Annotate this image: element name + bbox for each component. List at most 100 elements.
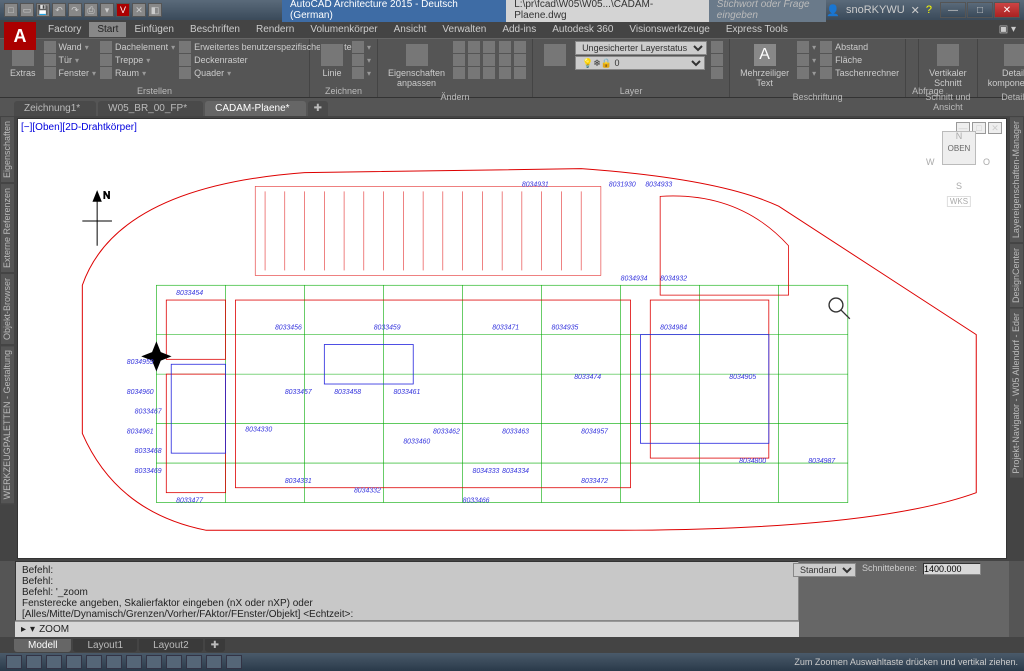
- layeroff-icon[interactable]: [711, 54, 723, 66]
- detail-button[interactable]: Detail- komponenten: [984, 41, 1024, 91]
- linie-button[interactable]: Linie: [316, 41, 348, 81]
- arc-icon[interactable]: [352, 41, 364, 53]
- layer-button[interactable]: [539, 41, 571, 69]
- tab-einfuegen[interactable]: Einfügen: [126, 22, 181, 37]
- layout-tab-1[interactable]: Layout1: [73, 639, 137, 652]
- sb-ortho-icon[interactable]: [66, 655, 82, 669]
- doctab-0[interactable]: Zeichnung1*: [14, 101, 96, 116]
- eigenschaften-button[interactable]: Eigenschaften anpassen: [384, 41, 449, 91]
- tab-expresstools[interactable]: Express Tools: [718, 22, 796, 37]
- flaeche-button[interactable]: Fläche: [820, 54, 899, 66]
- exchange-icon[interactable]: ✕: [911, 4, 920, 17]
- schnittebene-input[interactable]: [923, 563, 981, 575]
- command-history[interactable]: Befehl: Befehl: Befehl: '_zoom Fensterec…: [15, 561, 799, 621]
- qat-undo-icon[interactable]: ↶: [52, 3, 66, 17]
- style-combo[interactable]: Standard: [793, 563, 856, 577]
- palette-layermanager[interactable]: Layereigenschaften-Manager: [1009, 116, 1024, 243]
- sb-model-icon[interactable]: [6, 655, 22, 669]
- rotate-icon[interactable]: [483, 41, 495, 53]
- scale-icon[interactable]: [499, 54, 511, 66]
- wand-button[interactable]: Wand▾: [44, 41, 97, 53]
- abstand-button[interactable]: Abstand: [820, 41, 899, 53]
- circle-icon[interactable]: [352, 54, 364, 66]
- tab-rendern[interactable]: Rendern: [248, 22, 302, 37]
- layerstate-combo[interactable]: Ungesicherter Layerstatus: [575, 41, 707, 55]
- sb-grid-icon[interactable]: [26, 655, 42, 669]
- rect-icon[interactable]: [352, 67, 364, 79]
- viewport-label[interactable]: [−][Oben][2D-Drahtkörper]: [21, 122, 137, 133]
- layeriso-icon[interactable]: [711, 41, 723, 53]
- panel-label-aendern[interactable]: Ändern: [384, 91, 526, 103]
- panel-label-erstellen[interactable]: Erstellen: [6, 85, 303, 97]
- taschenrechner-button[interactable]: Taschenrechner: [820, 67, 899, 79]
- sb-qp-icon[interactable]: [206, 655, 222, 669]
- layer-combo[interactable]: 💡❄🔒 0: [575, 56, 705, 70]
- doctab-new[interactable]: ✚: [308, 101, 328, 116]
- signin-icon[interactable]: 👤: [826, 4, 840, 17]
- chamfer-icon[interactable]: [514, 41, 526, 53]
- minimize-button[interactable]: —: [940, 2, 966, 18]
- explode-icon[interactable]: [514, 54, 526, 66]
- qat-v-icon[interactable]: V: [116, 3, 130, 17]
- move-icon[interactable]: [453, 41, 465, 53]
- sb-trans-icon[interactable]: [186, 655, 202, 669]
- qat-new-icon[interactable]: □: [4, 3, 18, 17]
- sb-otrack-icon[interactable]: [126, 655, 142, 669]
- leader-icon[interactable]: [797, 41, 809, 53]
- join-icon[interactable]: [499, 67, 511, 79]
- tab-autodesk360[interactable]: Autodesk 360: [544, 22, 621, 37]
- array-icon[interactable]: [468, 67, 480, 79]
- sb-osnap-icon[interactable]: [106, 655, 122, 669]
- trim-icon[interactable]: [468, 54, 480, 66]
- tab-ansicht[interactable]: Ansicht: [386, 22, 435, 37]
- tab-start[interactable]: Start: [89, 22, 126, 37]
- palette-designcenter[interactable]: DesignCenter: [1009, 243, 1024, 308]
- offset-icon[interactable]: [453, 67, 465, 79]
- raum-button[interactable]: Raum▾: [100, 67, 175, 79]
- tab-verwalten[interactable]: Verwalten: [434, 22, 494, 37]
- wks-label[interactable]: WKS: [947, 196, 971, 207]
- palette-werkzeugpaletten[interactable]: WERKZEUGPALETTEN - Gestaltung: [0, 345, 15, 504]
- ribbon-collapse-icon[interactable]: ▣ ▾: [991, 22, 1024, 37]
- qat-x-icon[interactable]: ✕: [132, 3, 146, 17]
- user-name[interactable]: snoRKYWU: [846, 4, 905, 16]
- panel-label-schnitt[interactable]: Schnitt und Ansicht: [925, 91, 971, 113]
- vp-close-icon[interactable]: ✕: [988, 122, 1002, 134]
- tab-volumenkoerper[interactable]: Volumenkörper: [302, 22, 385, 37]
- copy-icon[interactable]: [468, 41, 480, 53]
- break-icon[interactable]: [514, 67, 526, 79]
- doctab-1[interactable]: W05_BR_00_FP*: [98, 101, 203, 116]
- maximize-button[interactable]: □: [967, 2, 993, 18]
- qat-y-icon[interactable]: ◧: [148, 3, 162, 17]
- tab-factory[interactable]: Factory: [40, 22, 89, 37]
- drawing-canvas[interactable]: [−][Oben][2D-Drahtkörper] — □ ✕ N W O OB…: [17, 118, 1007, 559]
- palette-objekt-browser[interactable]: Objekt-Browser: [0, 273, 15, 345]
- panel-label-layer[interactable]: Layer: [539, 85, 723, 97]
- close-button[interactable]: ✕: [994, 2, 1020, 18]
- layout-tab-add[interactable]: ✚: [205, 639, 225, 652]
- stretch-icon[interactable]: [483, 67, 495, 79]
- doctab-2[interactable]: CADAM-Plaene*: [205, 101, 305, 116]
- help-search[interactable]: Stichwort oder Frage eingeben: [709, 0, 826, 22]
- text-button[interactable]: AMehrzeiliger Text: [736, 41, 793, 91]
- palette-projekt-navigator[interactable]: Projekt-Navigator - W05 Allendorf - Eder: [1009, 308, 1024, 479]
- palette-eigenschaften[interactable]: Eigenschaften: [0, 116, 15, 183]
- fillet-icon[interactable]: [499, 41, 511, 53]
- command-input[interactable]: ▸ ▾ ZOOM: [15, 621, 799, 637]
- qat-open-icon[interactable]: ▭: [20, 3, 34, 17]
- sb-sc-icon[interactable]: [226, 655, 242, 669]
- palette-externe-referenzen[interactable]: Externe Referenzen: [0, 183, 15, 273]
- tab-addins[interactable]: Add-ins: [494, 22, 544, 37]
- qat-more-icon[interactable]: ▾: [100, 3, 114, 17]
- sb-snap-icon[interactable]: [46, 655, 62, 669]
- panel-label-details[interactable]: Details: [984, 91, 1024, 103]
- tab-beschriften[interactable]: Beschriften: [182, 22, 248, 37]
- layerfrz-icon[interactable]: [711, 67, 723, 79]
- help-icon[interactable]: ?: [926, 4, 932, 16]
- vertikaler-schnitt-button[interactable]: Vertikaler Schnitt: [925, 41, 971, 91]
- fenster-button[interactable]: Fenster▾: [44, 67, 97, 79]
- panel-label-zeichnen[interactable]: Zeichnen: [316, 85, 371, 97]
- mirror-icon[interactable]: [453, 54, 465, 66]
- tuer-button[interactable]: Tür▾: [44, 54, 97, 66]
- qat-print-icon[interactable]: ⎙: [84, 3, 98, 17]
